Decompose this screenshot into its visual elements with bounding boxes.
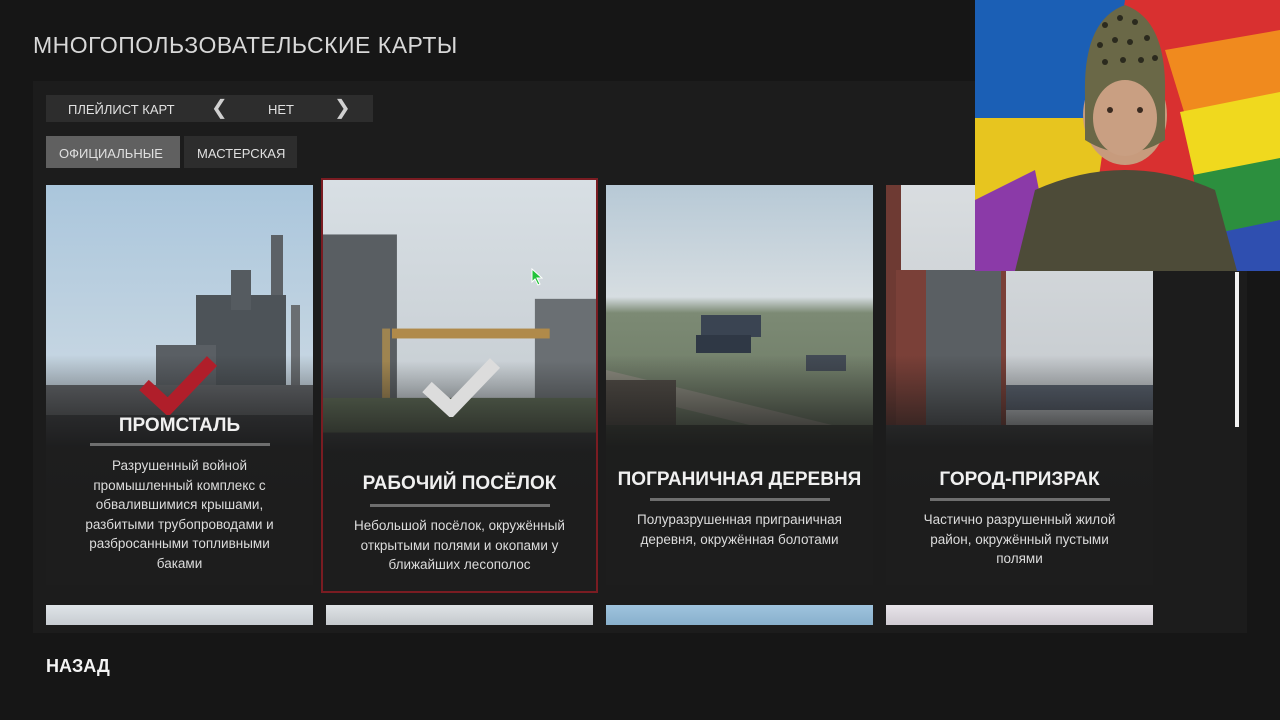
map-name: РАБОЧИЙ ПОСЁЛОК: [362, 473, 557, 494]
playlist-selector: ПЛЕЙЛИСТ КАРТ ❮ НЕТ ❯: [46, 95, 373, 122]
mouse-cursor-icon: [531, 268, 543, 286]
map-card-workers-settlement[interactable]: РАБОЧИЙ ПОСЁЛОК Небольшой посёлок, окруж…: [321, 178, 598, 593]
checkmark-icon: [139, 356, 218, 415]
tab-official[interactable]: ОФИЦИАЛЬНЫЕ: [46, 136, 180, 168]
map-description: Частично разрушенный жилой район, окружё…: [923, 512, 1116, 566]
title-divider: [649, 498, 830, 501]
map-description: Разрушенный войной промышленный комплекс…: [85, 458, 274, 571]
playlist-label: ПЛЕЙЛИСТ КАРТ: [68, 102, 175, 117]
map-card-thumbnail[interactable]: [886, 605, 1153, 625]
title-divider: [89, 443, 270, 446]
map-name: ПОГРАНИЧНАЯ ДЕРЕВНЯ: [617, 469, 862, 490]
title-divider: [369, 504, 550, 507]
map-card-promstal[interactable]: ПРОМСТАЛЬ Разрушенный войной промышленны…: [46, 185, 313, 585]
map-description: Небольшой посёлок, окружённый открытыми …: [354, 518, 565, 572]
back-button[interactable]: НАЗАД: [46, 656, 110, 677]
page-title: МНОГОПОЛЬЗОВАТЕЛЬСКИЕ КАРТЫ: [33, 32, 458, 58]
map-name: ПРОМСТАЛЬ: [118, 415, 241, 436]
map-card-border-village[interactable]: ПОГРАНИЧНАЯ ДЕРЕВНЯ Полуразрушенная приг…: [606, 185, 873, 585]
map-description: Полуразрушенная приграничная деревня, ок…: [637, 512, 842, 547]
chevron-right-icon[interactable]: ❯: [334, 97, 351, 119]
playlist-value: НЕТ: [268, 102, 294, 117]
map-name: ГОРОД-ПРИЗРАК: [939, 469, 1100, 490]
map-card-thumbnail[interactable]: [46, 605, 313, 625]
scrollbar[interactable]: [1235, 272, 1239, 427]
chevron-left-icon[interactable]: ❮: [211, 97, 228, 119]
title-divider: [929, 498, 1110, 501]
tab-workshop[interactable]: МАСТЕРСКАЯ: [184, 136, 297, 168]
checkmark-icon: [422, 358, 501, 417]
map-card-thumbnail[interactable]: [326, 605, 593, 625]
webcam-overlay-image: [975, 0, 1280, 271]
map-card-thumbnail[interactable]: [606, 605, 873, 625]
